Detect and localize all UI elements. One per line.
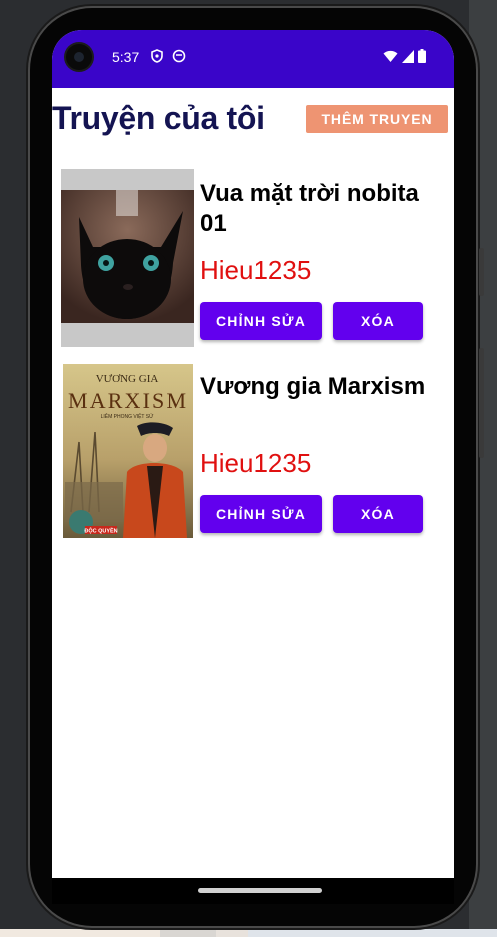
app-screen: 5:37 Truyện của tôi THÊM TRUYEN Vua mặt … xyxy=(52,30,454,878)
cover-badge: ĐỘC QUYỀN xyxy=(84,527,117,535)
story-author: Hieu1235 xyxy=(200,448,312,478)
shield-icon xyxy=(151,49,163,63)
edit-button[interactable]: CHỈNH SỬA xyxy=(200,495,322,533)
page-title: Truyện của tôi xyxy=(52,100,265,136)
story-title: Vua mặt trời nobita 01 xyxy=(200,180,419,237)
story-cover[interactable] xyxy=(61,169,194,347)
status-time: 5:37 xyxy=(112,49,140,65)
story-item[interactable]: Vua mặt trời nobita 01 Hieu1235 CHỈNH SỬ… xyxy=(61,169,454,349)
wifi-icon xyxy=(383,50,398,62)
emulator-bottom-strip xyxy=(0,929,497,937)
app-header: Truyện của tôi THÊM TRUYEN xyxy=(52,88,454,158)
status-bar: 5:37 xyxy=(52,30,454,88)
cover-line3: LIÊM PHONG VIỆT SỬ xyxy=(101,412,155,420)
story-author: Hieu1235 xyxy=(200,255,312,285)
delete-button[interactable]: XÓA xyxy=(333,302,423,340)
volume-button[interactable] xyxy=(479,348,484,458)
home-indicator[interactable] xyxy=(198,888,322,893)
signal-icon xyxy=(402,49,414,63)
front-camera xyxy=(66,44,92,70)
cover-line2: MARXISM xyxy=(68,388,186,413)
story-cover[interactable]: VƯƠNG GIA MARXISM LIÊM PHONG VIỆT SỬ ĐỘC… xyxy=(61,362,194,540)
story-title: Vương gia Marxism xyxy=(200,373,426,400)
add-story-button[interactable]: THÊM TRUYEN xyxy=(306,105,448,133)
phone-frame: 5:37 Truyện của tôi THÊM TRUYEN Vua mặt … xyxy=(30,8,484,926)
face-icon xyxy=(172,49,186,63)
delete-button[interactable]: XÓA xyxy=(333,495,423,533)
power-button[interactable] xyxy=(479,248,484,296)
cover-line1: VƯƠNG GIA xyxy=(96,373,159,385)
battery-icon xyxy=(418,49,426,63)
story-item[interactable]: VƯƠNG GIA MARXISM LIÊM PHONG VIỆT SỬ ĐỘC… xyxy=(61,362,454,542)
edit-button[interactable]: CHỈNH SỬA xyxy=(200,302,322,340)
